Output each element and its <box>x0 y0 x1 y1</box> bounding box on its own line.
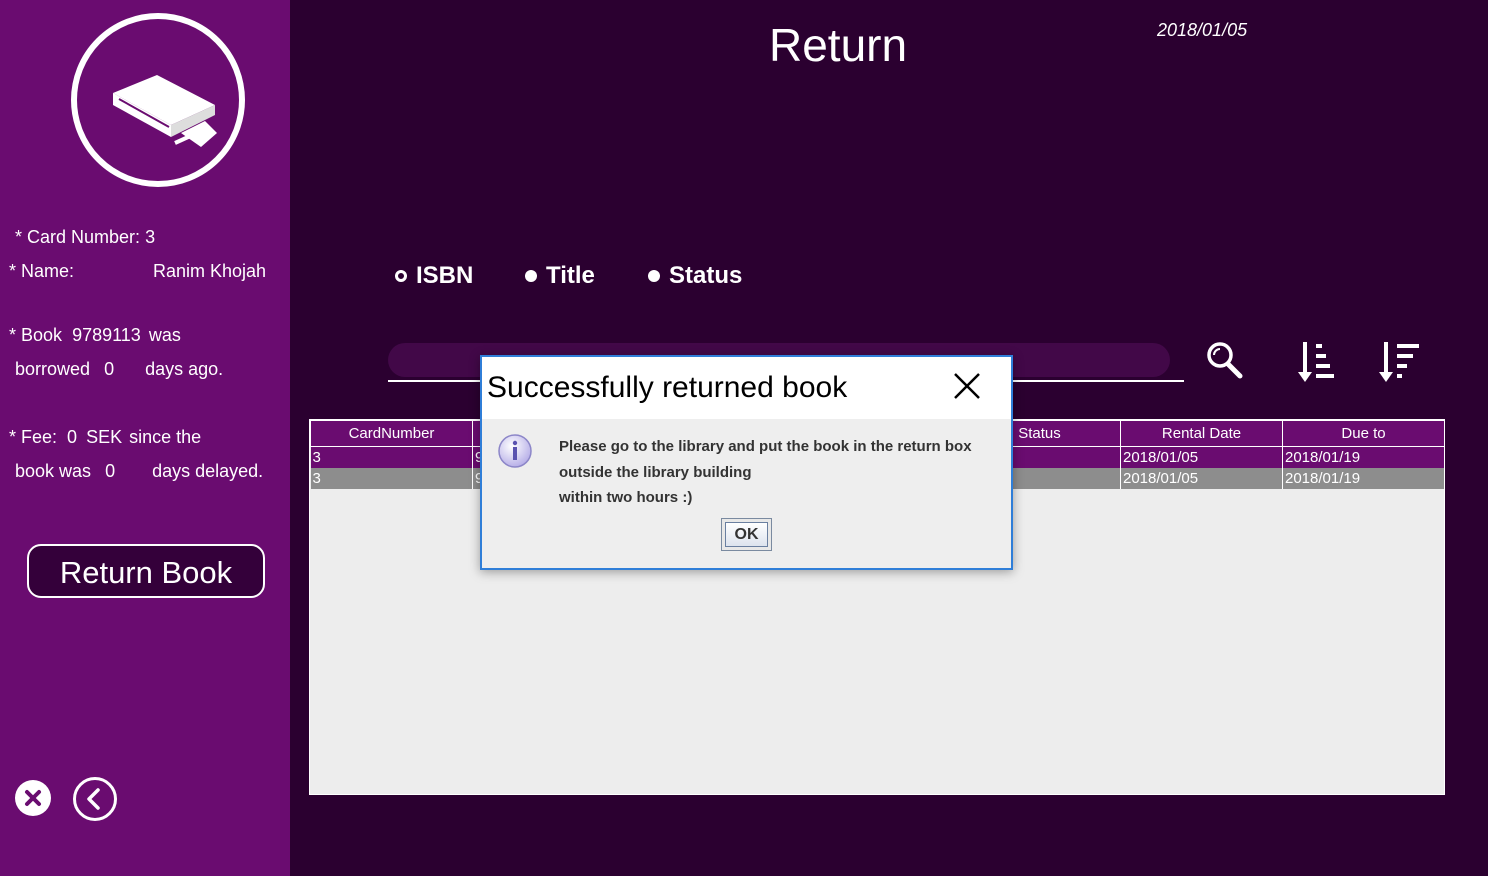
radio-selected-indicator <box>395 270 407 282</box>
table-cell: 2018/01/05 <box>1120 468 1283 489</box>
radio-isbn[interactable]: ISBN <box>395 262 473 290</box>
borrowed-row: borrowed 0 days ago. <box>15 359 223 380</box>
column-header[interactable]: Due to <box>1282 420 1445 447</box>
success-dialog: Successfully returned book Please go to … <box>480 355 1013 570</box>
dialog-message-line: within two hours :) <box>559 489 693 506</box>
card-number-row: * Card Number: 3 <box>15 227 155 248</box>
radio-indicator <box>525 270 537 282</box>
book-isbn: 9789113 <box>72 325 141 345</box>
radio-title-label: Title <box>546 262 595 289</box>
table-cell: 2018/01/19 <box>1282 468 1445 489</box>
sort-ascending-icon[interactable] <box>1297 338 1343 391</box>
column-header[interactable]: CardNumber <box>310 420 473 447</box>
fee-label: * Fee: <box>9 427 58 447</box>
days-ago-text: days ago. <box>145 359 224 379</box>
column-header[interactable]: Rental Date <box>1120 420 1283 447</box>
book-row: * Book 9789113 was <box>9 325 181 346</box>
book-label: * Book <box>9 325 63 345</box>
book-was-label: book was <box>15 461 92 481</box>
sidebar: * Card Number: 3 * Name: Ranim Khojah * … <box>0 0 290 876</box>
radio-indicator <box>648 270 660 282</box>
table-cell: 2018/01/05 <box>1120 446 1283 468</box>
delay-row: book was 0 days delayed. <box>15 461 263 482</box>
logo <box>71 13 245 187</box>
radio-status-label: Status <box>669 262 743 289</box>
back-icon[interactable] <box>73 777 117 821</box>
search-icon[interactable] <box>1205 338 1245 385</box>
fee-since-text: since the <box>129 427 202 447</box>
fee-value: 0 <box>67 427 78 447</box>
dialog-message-line: outside the library building <box>559 463 752 481</box>
ok-button-label: OK <box>725 522 768 547</box>
dialog-close-icon[interactable] <box>952 371 982 401</box>
table-cell: 2018/01/19 <box>1282 446 1445 468</box>
delayed-days: 0 <box>105 461 116 481</box>
current-date: 2018/01/05 <box>1157 20 1248 40</box>
table-cell: 3 <box>310 446 473 468</box>
info-icon <box>497 433 533 474</box>
card-number-label: * Card Number: <box>15 227 141 247</box>
dialog-message-line: Please go to the library and put the boo… <box>559 438 972 455</box>
radio-status[interactable]: Status <box>648 262 742 290</box>
card-number-value: 3 <box>145 227 156 247</box>
radio-title[interactable]: Title <box>525 262 595 290</box>
borrowed-label: borrowed <box>15 359 91 379</box>
radio-isbn-label: ISBN <box>416 262 474 289</box>
book-return-icon <box>113 75 217 147</box>
dialog-title: Successfully returned book <box>487 371 848 404</box>
sort-descending-icon[interactable] <box>1378 338 1424 391</box>
dialog-message: Please go to the library and put the boo… <box>559 434 972 511</box>
borrowed-days: 0 <box>104 359 115 379</box>
book-was-text: was <box>148 325 181 345</box>
name-value: Ranim Khojah <box>153 261 267 281</box>
fee-currency: SEK <box>86 427 123 447</box>
page-title: Return <box>769 19 908 71</box>
name-label: * Name: <box>9 261 75 281</box>
return-book-button[interactable]: Return Book <box>27 544 265 598</box>
table-cell: 3 <box>310 468 473 489</box>
days-delayed-text: days delayed. <box>152 461 264 481</box>
fee-row: * Fee: 0 SEK since the <box>9 427 201 448</box>
close-icon[interactable] <box>15 780 51 816</box>
ok-button[interactable]: OK <box>721 518 772 551</box>
